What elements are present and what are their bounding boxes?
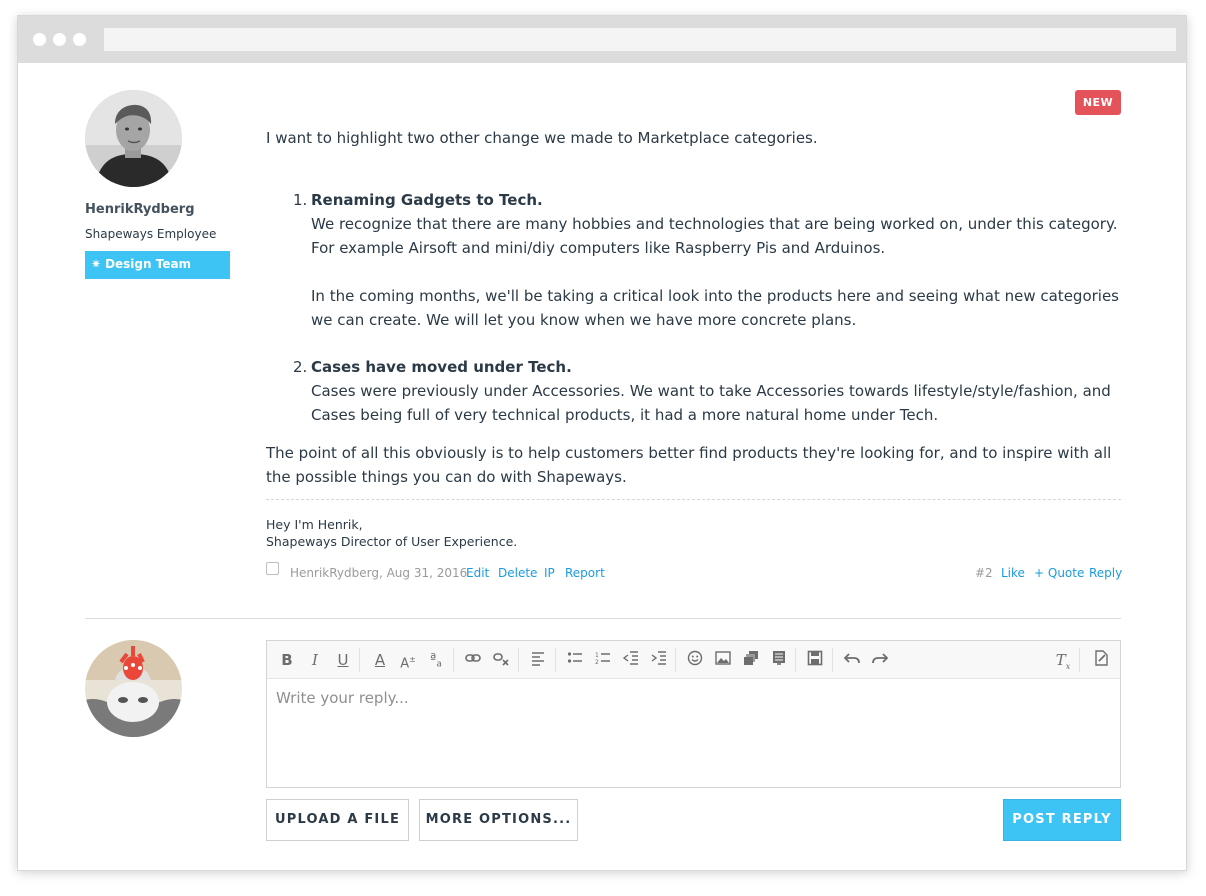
reply-editor: B I U A A± ªa 12 Tx Write your reply... <box>266 640 1121 788</box>
post-byline[interactable]: HenrikRydberg, Aug 31, 2016 <box>290 566 467 580</box>
reply-link[interactable]: Reply <box>1089 566 1122 580</box>
edit-link[interactable]: Edit <box>466 566 489 580</box>
list-item-heading: Cases have moved under Tech. <box>311 358 572 376</box>
author-avatar[interactable] <box>85 90 182 187</box>
toggle-bbcode-icon[interactable] <box>1091 650 1111 670</box>
user-photo <box>85 640 182 737</box>
list-item-heading: Renaming Gadgets to Tech. <box>311 191 543 209</box>
text-color-icon[interactable]: A <box>370 650 390 670</box>
browser-titlebar <box>18 16 1186 63</box>
template-icon[interactable] <box>769 650 789 670</box>
author-role: Shapeways Employee <box>85 227 217 241</box>
redo-icon[interactable] <box>870 650 890 670</box>
post-intro: I want to highlight two other change we … <box>266 129 818 147</box>
list-item-text: In the coming months, we'll be taking a … <box>311 287 1119 329</box>
team-badge: ✷ Design Team <box>85 251 230 279</box>
indent-icon[interactable] <box>649 650 669 670</box>
list-item-text: We recognize that there are many hobbies… <box>311 215 1118 257</box>
signature: Hey I'm Henrik, Shapeways Director of Us… <box>266 516 517 550</box>
list-item-text: Cases were previously under Accessories.… <box>311 382 1111 424</box>
window-dot-icon[interactable] <box>73 33 86 46</box>
report-link[interactable]: Report <box>565 566 605 580</box>
signature-divider <box>266 499 1121 500</box>
post-reply-button[interactable]: POST REPLY <box>1003 799 1121 841</box>
window-dot-icon[interactable] <box>33 33 46 46</box>
more-options-button[interactable]: MORE OPTIONS... <box>419 799 578 841</box>
post-meta: HenrikRydberg, Aug 31, 2016 Edit Delete … <box>266 562 1122 582</box>
link-icon[interactable] <box>463 650 483 670</box>
remove-format-icon[interactable]: Tx <box>1053 650 1073 671</box>
section-divider <box>85 618 1121 619</box>
post-outro: The point of all this obviously is to he… <box>266 444 1112 486</box>
numbered-list-icon[interactable]: 12 <box>593 650 613 670</box>
delete-link[interactable]: Delete <box>498 566 537 580</box>
sparkle-icon: ✷ <box>91 257 102 271</box>
save-draft-icon[interactable] <box>805 650 825 670</box>
window-dot-icon[interactable] <box>53 33 66 46</box>
author-name[interactable]: HenrikRydberg <box>85 202 195 217</box>
svg-text:2: 2 <box>595 659 599 666</box>
list-number: 2. <box>293 358 308 376</box>
align-icon[interactable] <box>528 650 548 670</box>
user-avatar[interactable] <box>85 640 182 737</box>
editor-toolbar: B I U A A± ªa 12 Tx <box>267 641 1120 679</box>
outdent-icon[interactable] <box>621 650 641 670</box>
media-icon[interactable] <box>741 650 761 670</box>
bullet-list-icon[interactable] <box>565 650 585 670</box>
new-badge: NEW <box>1075 90 1121 115</box>
signature-line: Hey I'm Henrik, <box>266 517 363 532</box>
like-link[interactable]: Like <box>1001 566 1025 580</box>
post-list: 1. Renaming Gadgets to Tech. We recogniz… <box>266 188 1126 427</box>
svg-text:1: 1 <box>595 652 599 659</box>
unlink-icon[interactable] <box>491 650 511 670</box>
team-badge-label: Design Team <box>105 257 192 271</box>
list-item: 2. Cases have moved under Tech. Cases we… <box>266 355 1126 427</box>
smiley-icon[interactable] <box>685 650 705 670</box>
post-number[interactable]: #2 <box>975 566 993 580</box>
address-bar[interactable] <box>104 28 1176 51</box>
quote-link[interactable]: + Quote <box>1034 566 1084 580</box>
underline-icon[interactable]: U <box>333 650 353 670</box>
font-size-icon[interactable]: A± <box>398 650 418 671</box>
italic-icon[interactable]: I <box>305 650 325 670</box>
browser-window: HenrikRydberg Shapeways Employee ✷ Design… <box>17 15 1187 871</box>
bold-icon[interactable]: B <box>277 650 297 670</box>
reply-input[interactable] <box>267 679 1120 787</box>
author-photo <box>85 90 182 187</box>
signature-line: Shapeways Director of User Experience. <box>266 534 518 549</box>
list-item: 1. Renaming Gadgets to Tech. We recogniz… <box>266 188 1126 332</box>
upload-file-button[interactable]: UPLOAD A FILE <box>266 799 409 841</box>
font-style-icon[interactable]: ªa <box>426 650 446 670</box>
undo-icon[interactable] <box>842 650 862 670</box>
ip-link[interactable]: IP <box>544 566 555 580</box>
select-post-checkbox[interactable] <box>266 562 279 575</box>
list-number: 1. <box>293 191 308 209</box>
image-icon[interactable] <box>713 650 733 670</box>
